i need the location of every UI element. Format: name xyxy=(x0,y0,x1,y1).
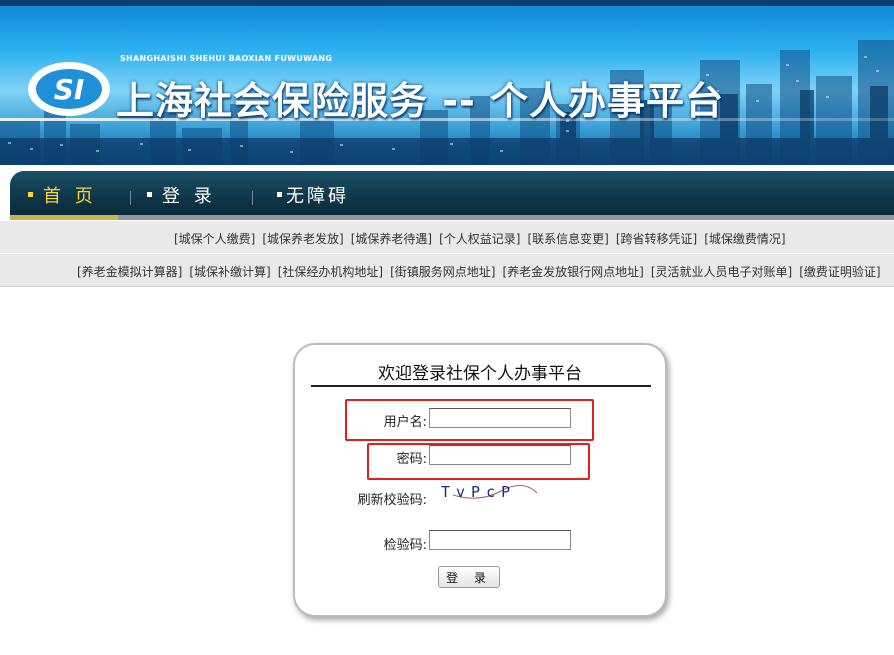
nav-underline xyxy=(118,215,894,220)
link-e-statement[interactable]: [灵活就业人员电子对账单] xyxy=(651,265,792,279)
verify-code-input[interactable] xyxy=(429,530,571,550)
svg-text:TvPcP: TvPcP xyxy=(441,483,516,501)
nav-active-underline xyxy=(10,215,118,220)
verify-code-label: 检验码: xyxy=(383,538,427,553)
login-title: 欢迎登录社保个人办事平台 xyxy=(378,364,582,384)
password-input[interactable] xyxy=(429,445,571,465)
header-banner: SI SHANGHAISHI SHEHUI BAOXIAN FUWUWANG 上… xyxy=(0,0,894,165)
bullet-icon xyxy=(147,191,152,197)
password-label: 密码: xyxy=(396,452,427,467)
link-pension-benefits[interactable]: [城保养老待遇] xyxy=(351,232,432,246)
link-personal-payment[interactable]: [城保个人缴费] xyxy=(174,232,255,246)
username-label: 用户名: xyxy=(383,415,427,430)
nav-separator xyxy=(252,191,253,205)
main-nav: 首 页 登 录 无障碍 xyxy=(0,165,894,221)
nav-separator xyxy=(130,191,131,205)
link-rights-record[interactable]: [个人权益记录] xyxy=(439,232,520,246)
link-agency-address[interactable]: [社保经办机构地址] xyxy=(278,265,383,279)
svg-text:SI: SI xyxy=(54,73,85,106)
nav-item-home[interactable]: 首 页 xyxy=(28,182,97,207)
captcha-image[interactable]: TvPcP xyxy=(439,481,539,503)
bullet-icon xyxy=(277,191,282,197)
username-input[interactable] xyxy=(429,408,571,428)
quick-links-row-1: [城保个人缴费] [城保养老发放] [城保养老待遇] [个人权益记录] [联系信息变更]… xyxy=(0,221,894,254)
link-payment-status[interactable]: [城保缴费情况] xyxy=(704,232,785,246)
nav-item-login[interactable]: 登 录 xyxy=(147,182,216,207)
si-logo-icon: SI xyxy=(28,62,110,116)
link-back-payment-calc[interactable]: [城保补缴计算] xyxy=(189,265,270,279)
login-button[interactable]: 登 录 xyxy=(438,566,500,588)
link-pension-issuance[interactable]: [城保养老发放] xyxy=(262,232,343,246)
link-service-points[interactable]: [街镇服务网点地址] xyxy=(390,265,495,279)
title-divider xyxy=(311,385,651,387)
link-transfer-certificate[interactable]: [跨省转移凭证] xyxy=(616,232,697,246)
bullet-icon xyxy=(28,191,33,197)
nav-item-accessibility[interactable]: 无障碍 xyxy=(277,182,349,207)
site-title: 上海社会保险服务 -- 个人办事平台 xyxy=(116,79,725,123)
nav-bar-background xyxy=(10,171,894,219)
quick-links-row-2: [养老金模拟计算器] [城保补缴计算] [社保经办机构地址] [街镇服务网点地址] [养… xyxy=(0,254,894,287)
link-certificate-verify[interactable]: [缴费证明验证] xyxy=(799,265,880,279)
link-contact-change[interactable]: [联系信息变更] xyxy=(528,232,609,246)
link-pension-calculator[interactable]: [养老金模拟计算器] xyxy=(77,265,182,279)
login-panel: 欢迎登录社保个人办事平台 用户名: 密码: 刷新校验码: TvPcP 检验码: … xyxy=(293,343,667,617)
site-pinyin-name: SHANGHAISHI SHEHUI BAOXIAN FUWUWANG xyxy=(120,54,333,63)
refresh-captcha-label[interactable]: 刷新校验码: xyxy=(325,489,427,508)
link-bank-branches[interactable]: [养老金发放银行网点地址] xyxy=(503,265,644,279)
